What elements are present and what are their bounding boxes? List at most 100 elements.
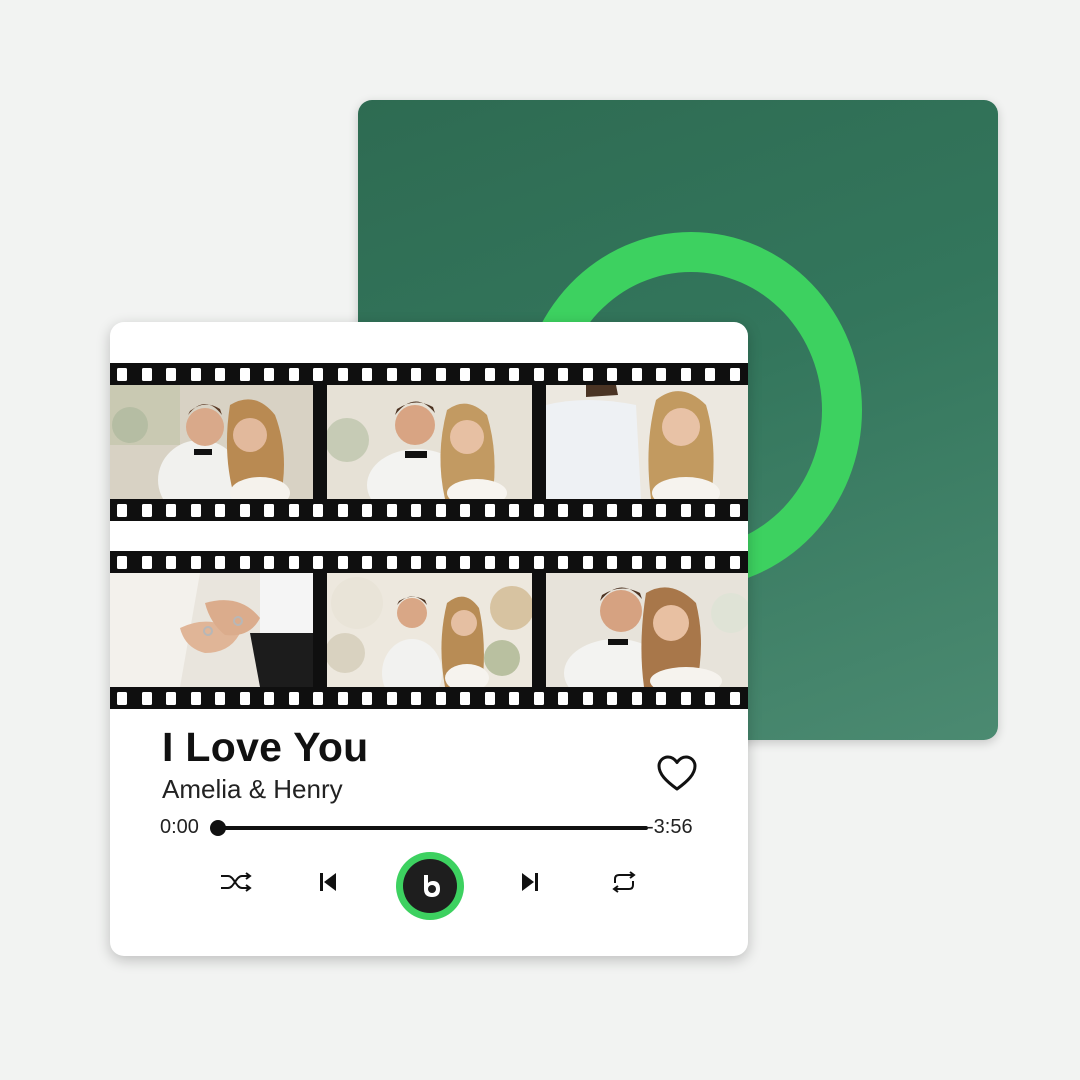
sprocket-hole xyxy=(705,555,715,569)
sprocket-hole xyxy=(607,555,617,569)
sprocket-hole xyxy=(729,691,740,705)
sprocket-hole xyxy=(141,503,152,517)
sprocket-hole xyxy=(411,691,421,705)
sprocket-holes xyxy=(110,687,748,709)
sprocket-hole xyxy=(411,367,421,381)
sprocket-hole xyxy=(656,691,666,705)
sprocket-hole xyxy=(117,503,127,517)
sprocket-hole xyxy=(435,555,446,569)
sprocket-hole xyxy=(558,555,568,569)
sprocket-hole xyxy=(607,367,617,381)
sprocket-hole xyxy=(509,503,519,517)
photo-frame xyxy=(546,573,748,687)
play-button[interactable] xyxy=(396,852,464,920)
sprocket-hole xyxy=(386,691,397,705)
sprocket-hole xyxy=(166,555,176,569)
sprocket-hole xyxy=(656,503,666,517)
sprocket-hole xyxy=(386,503,397,517)
sprocket-hole xyxy=(533,555,544,569)
sprocket-hole xyxy=(460,503,470,517)
sprocket-hole xyxy=(680,367,691,381)
sprocket-hole xyxy=(460,691,470,705)
sprocket-hole xyxy=(337,367,348,381)
photo-frame xyxy=(327,573,532,687)
sprocket-hole xyxy=(484,691,495,705)
sprocket-hole xyxy=(215,367,225,381)
sprocket-hole xyxy=(362,367,372,381)
sprocket-hole xyxy=(656,367,666,381)
sprocket-hole xyxy=(166,503,176,517)
sprocket-hole xyxy=(656,555,666,569)
next-button[interactable] xyxy=(516,868,544,896)
sprocket-hole xyxy=(264,367,274,381)
skip-next-icon xyxy=(522,873,538,891)
repeat-icon xyxy=(612,871,636,893)
sprocket-hole xyxy=(705,691,715,705)
hands-rings-photo xyxy=(110,573,313,687)
sprocket-hole xyxy=(631,555,642,569)
song-title: I Love You xyxy=(162,724,369,770)
sprocket-hole xyxy=(411,555,421,569)
sprocket-hole xyxy=(680,503,691,517)
sprocket-hole xyxy=(141,691,152,705)
sprocket-hole xyxy=(533,691,544,705)
sprocket-hole xyxy=(582,367,593,381)
shuffle-icon xyxy=(221,872,252,892)
sprocket-hole xyxy=(313,691,323,705)
sprocket-hole xyxy=(117,555,127,569)
sprocket-hole xyxy=(313,503,323,517)
photo-frame xyxy=(110,573,313,687)
sprocket-hole xyxy=(190,503,201,517)
sprocket-hole xyxy=(264,555,274,569)
couple-closeup-photo xyxy=(546,573,748,687)
previous-button[interactable] xyxy=(314,868,342,896)
filmstrip-bottom xyxy=(110,551,748,709)
couple-flowers-photo xyxy=(327,573,532,687)
progress-bar[interactable] xyxy=(210,820,648,836)
sprocket-hole xyxy=(705,367,715,381)
sprocket-holes xyxy=(110,551,748,573)
sprocket-hole xyxy=(582,691,593,705)
sprocket-hole xyxy=(239,691,250,705)
sprocket-hole xyxy=(313,367,323,381)
sprocket-holes xyxy=(110,363,748,385)
sprocket-hole xyxy=(631,503,642,517)
music-plaque-card: I Love You Amelia & Henry 0:00 -3:56 xyxy=(110,322,748,956)
sprocket-hole xyxy=(705,503,715,517)
sprocket-hole xyxy=(533,367,544,381)
photo-frame xyxy=(546,385,748,499)
sprocket-hole xyxy=(337,555,348,569)
sprocket-hole xyxy=(680,555,691,569)
sprocket-hole xyxy=(141,367,152,381)
sprocket-hole xyxy=(362,691,372,705)
sprocket-hole xyxy=(435,503,446,517)
sprocket-hole xyxy=(460,367,470,381)
sprocket-hole xyxy=(435,367,446,381)
shuffle-button[interactable] xyxy=(218,868,254,896)
sprocket-hole xyxy=(190,691,201,705)
photo-frame xyxy=(110,385,313,499)
sprocket-hole xyxy=(166,367,176,381)
sprocket-hole xyxy=(215,691,225,705)
couple-smiling-photo xyxy=(327,385,532,499)
sprocket-hole xyxy=(484,555,495,569)
couple-embrace-photo xyxy=(110,385,313,499)
sprocket-hole xyxy=(558,503,568,517)
sprocket-hole xyxy=(288,691,299,705)
sprocket-hole xyxy=(484,503,495,517)
heart-outline-icon[interactable] xyxy=(656,754,698,792)
time-remaining: -3:56 xyxy=(647,816,693,838)
skip-previous-icon xyxy=(320,873,336,891)
time-elapsed: 0:00 xyxy=(160,816,199,838)
sprocket-hole xyxy=(337,503,348,517)
filmstrip-top xyxy=(110,363,748,521)
sprocket-hole xyxy=(509,367,519,381)
sprocket-hole xyxy=(558,367,568,381)
artist-name: Amelia & Henry xyxy=(162,774,343,804)
sprocket-hole xyxy=(509,691,519,705)
sprocket-hole xyxy=(313,555,323,569)
sprocket-hole xyxy=(533,503,544,517)
sprocket-hole xyxy=(190,367,201,381)
repeat-button[interactable] xyxy=(608,868,640,896)
progress-knob[interactable] xyxy=(210,820,226,836)
